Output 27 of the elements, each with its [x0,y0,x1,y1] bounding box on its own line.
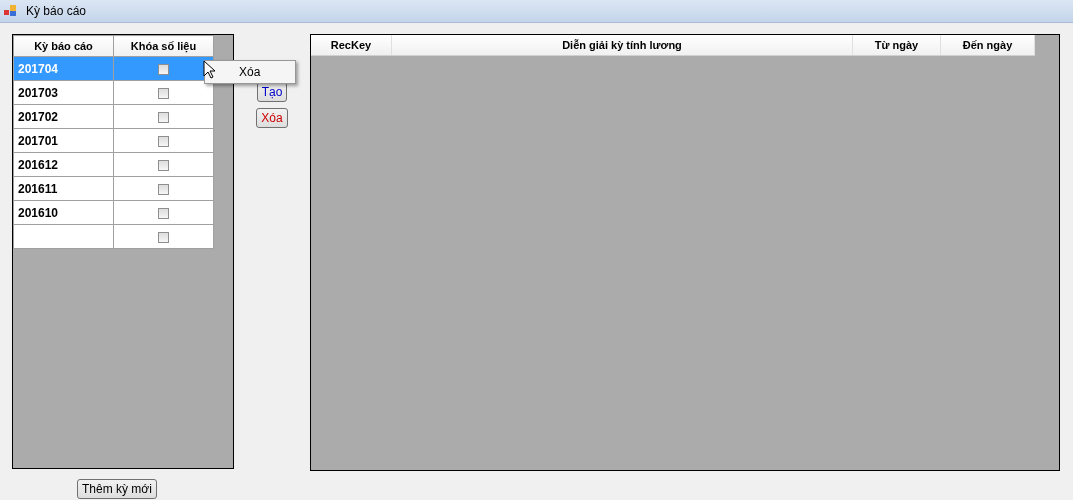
create-button[interactable]: Tạo [256,82,288,102]
table-cell: 201702 [13,104,114,129]
checkbox[interactable] [158,207,169,219]
checkbox[interactable] [158,87,169,99]
checkbox[interactable] [158,231,169,243]
column-header[interactable]: Kỳ báo cáo [13,35,114,57]
checkbox[interactable] [158,63,169,75]
add-period-button[interactable]: Thêm kỳ mới [77,479,157,499]
column-header[interactable]: Diễn giải kỳ tính lương [391,35,853,56]
column-header[interactable]: Đến ngày [940,35,1035,56]
delete-button[interactable]: Xóa [256,108,288,128]
table-cell: 201612 [13,152,114,177]
checkbox[interactable] [158,111,169,123]
table-cell: 201611 [13,176,114,201]
column-header[interactable]: RecKey [311,35,392,56]
checkbox[interactable] [158,135,169,147]
table-cell: 201610 [13,200,114,225]
table-cell: 201703 [13,80,114,105]
checkbox[interactable] [158,159,169,171]
table-cell: 201701 [13,128,114,153]
checkbox[interactable] [158,183,169,195]
column-header[interactable]: Từ ngày [852,35,941,56]
window-title: Kỳ báo cáo [26,4,87,18]
app-icon [4,5,18,17]
column-header[interactable]: Khóa số liệu [113,35,214,57]
menu-item[interactable]: Xóa [239,65,261,79]
table-cell: 201704 [13,56,114,81]
